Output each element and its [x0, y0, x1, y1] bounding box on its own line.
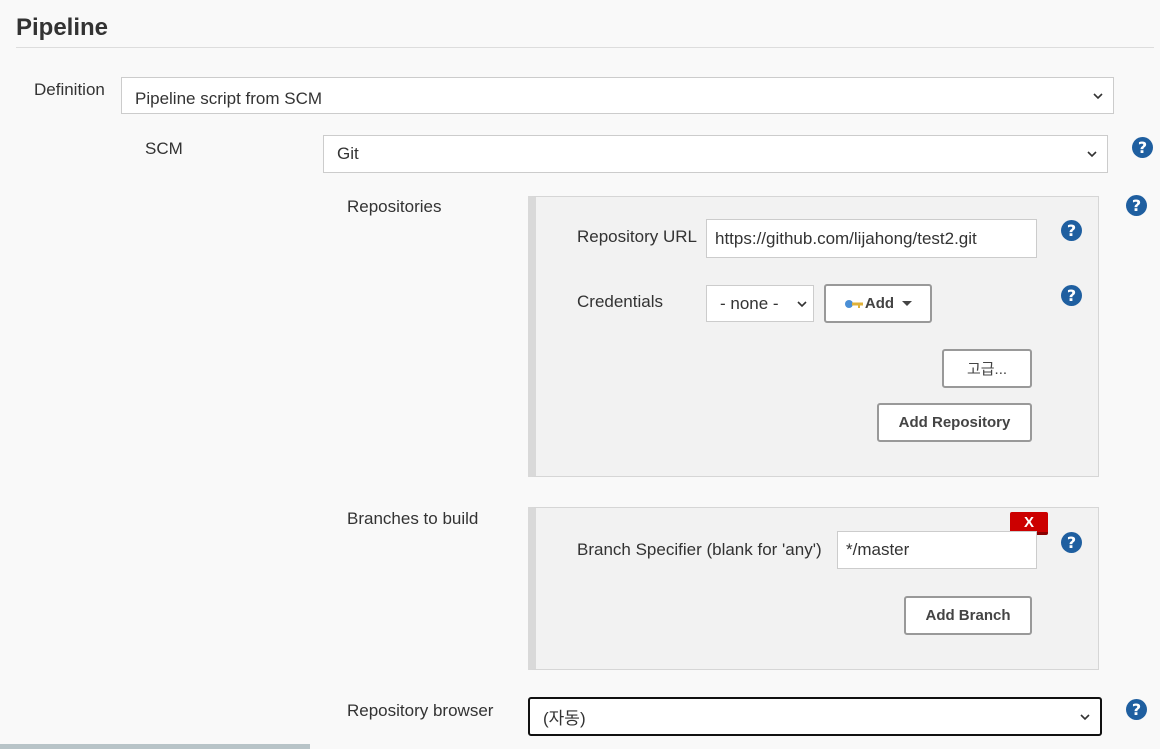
key-icon [844, 299, 863, 308]
add-credentials-label: Add [864, 295, 895, 312]
branch-specifier-input[interactable]: */master [837, 531, 1037, 569]
definition-select[interactable]: Pipeline script from SCM [121, 77, 1114, 114]
credentials-label: Credentials [577, 292, 663, 311]
section-divider [16, 47, 1154, 48]
branch-specifier-label: Branch Specifier (blank for 'any') [577, 540, 822, 559]
repositories-label: Repositories [347, 197, 442, 216]
chevron-down-icon [797, 300, 807, 307]
add-credentials-button[interactable]: Add [824, 284, 932, 323]
repository-browser-select[interactable]: (자동) [528, 697, 1102, 736]
credentials-select[interactable]: - none - [706, 285, 814, 322]
repository-url-input[interactable]: https://github.com/lijahong/test2.git [706, 219, 1037, 258]
chevron-down-icon [1093, 92, 1103, 99]
caret-down-icon [902, 301, 913, 306]
branch-specifier-help-icon[interactable]: ? [1061, 532, 1082, 553]
add-repository-button[interactable]: Add Repository [877, 403, 1032, 442]
branches-label: Branches to build [347, 509, 479, 528]
chevron-down-icon [1080, 713, 1090, 720]
chevron-down-icon [1087, 151, 1097, 158]
definition-select-value: Pipeline script from SCM [135, 88, 323, 108]
scm-help-icon[interactable]: ? [1132, 137, 1153, 158]
definition-label: Definition [34, 80, 105, 99]
repository-url-label: Repository URL [577, 227, 697, 246]
repository-browser-value: (자동) [543, 709, 586, 728]
add-branch-button[interactable]: Add Branch [904, 596, 1032, 635]
repository-url-help-icon[interactable]: ? [1061, 220, 1082, 241]
scm-select[interactable]: Git [323, 135, 1108, 173]
credentials-help-icon[interactable]: ? [1061, 285, 1082, 306]
repositories-help-icon[interactable]: ? [1126, 195, 1147, 216]
section-title: Pipeline [16, 14, 109, 41]
horizontal-scrollbar[interactable] [0, 744, 310, 749]
scm-select-value: Git [337, 144, 359, 163]
repository-browser-label: Repository browser [347, 701, 494, 720]
scm-label: SCM [145, 139, 183, 158]
credentials-select-value: - none - [720, 293, 779, 313]
advanced-button[interactable]: 고급... [942, 349, 1032, 388]
repository-browser-help-icon[interactable]: ? [1126, 699, 1147, 720]
